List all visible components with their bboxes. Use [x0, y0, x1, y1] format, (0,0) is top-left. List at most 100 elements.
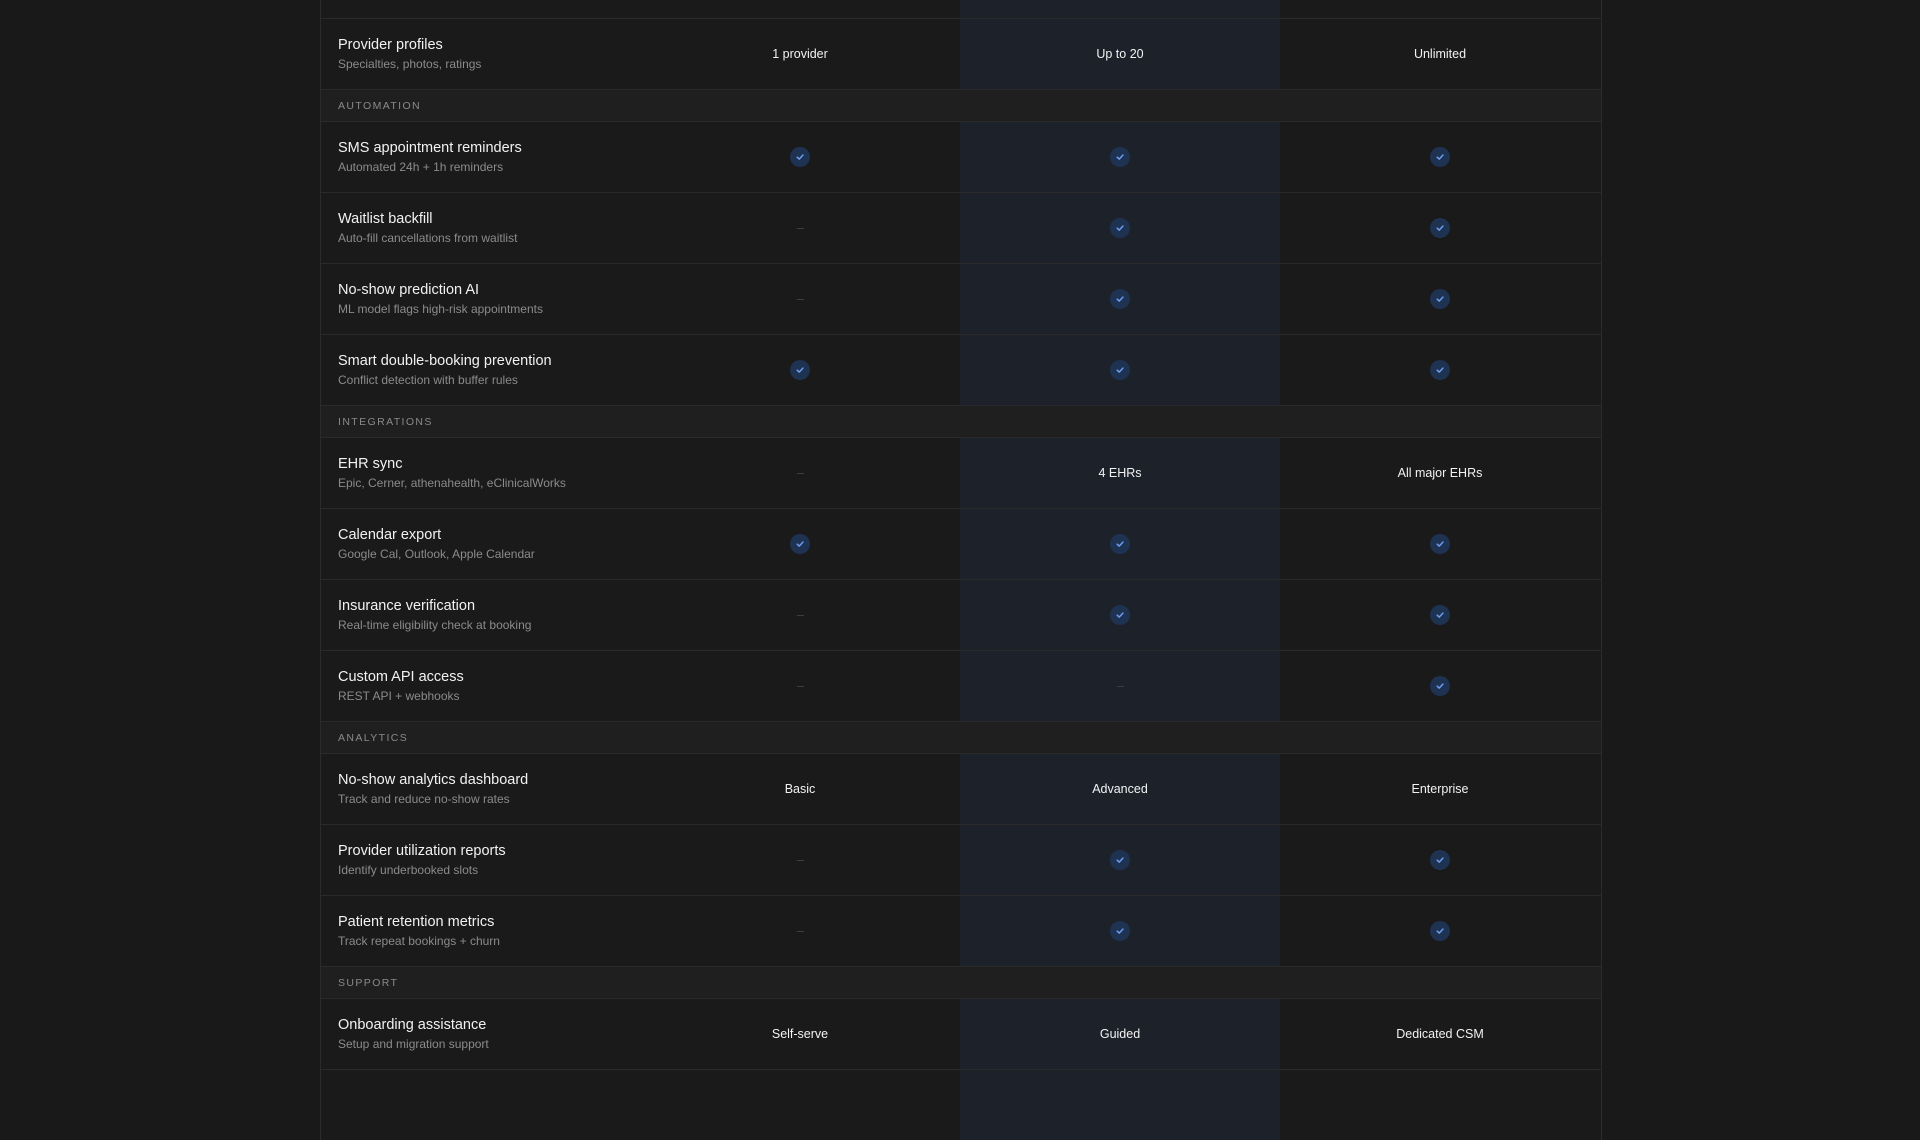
cell-enterprise	[1280, 122, 1600, 192]
check-icon	[1430, 218, 1450, 238]
feature-description: Track and reduce no-show rates	[338, 791, 510, 806]
check-icon	[1110, 360, 1130, 380]
cell-enterprise	[1280, 193, 1600, 263]
plan-value: Dedicated CSM	[1396, 1027, 1484, 1041]
feature-row-no-show-analytics-dashboard: No-show analytics dashboard Track and red…	[321, 753, 1601, 824]
feature-row-insurance-verification: Insurance verification Real-time eligibil…	[321, 579, 1601, 650]
section-header-support: SUPPORT	[321, 966, 1601, 998]
cell-basic	[640, 896, 960, 966]
feature-description: Epic, Cerner, athenahealth, eClinicalWor…	[338, 475, 566, 490]
feature-description: Google Cal, Outlook, Apple Calendar	[338, 546, 535, 561]
cell-enterprise	[1280, 896, 1600, 966]
plan-value: Advanced	[1092, 782, 1148, 796]
cell-pro	[960, 122, 1280, 192]
check-icon	[1430, 289, 1450, 309]
cell-pro	[960, 651, 1280, 721]
cell-basic	[640, 651, 960, 721]
check-icon	[1430, 534, 1450, 554]
feature-name: Custom API access	[338, 668, 464, 685]
feature-description: Identify underbooked slots	[338, 862, 479, 877]
feature-name: Onboarding assistance	[338, 1016, 487, 1033]
cell-basic: 1 provider	[640, 19, 960, 89]
cell-pro	[960, 335, 1280, 405]
plan-value: Up to 20	[1096, 47, 1144, 61]
feature-description: Conflict detection with buffer rules	[338, 372, 518, 387]
feature-info: Provider utilization reports Identify und…	[321, 825, 640, 895]
cell-basic	[640, 825, 960, 895]
cell-pro: Guided	[960, 999, 1280, 1069]
check-icon	[1110, 534, 1130, 554]
dash-icon	[1116, 685, 1124, 687]
feature-row-provider-profiles: Provider profiles Specialties, photos, ra…	[321, 18, 1601, 89]
check-icon	[1110, 147, 1130, 167]
feature-description: Specialties, photos, ratings	[338, 56, 482, 71]
check-icon	[1110, 605, 1130, 625]
plan-value: All major EHRs	[1397, 466, 1483, 480]
feature-name: Smart double-booking prevention	[338, 352, 552, 369]
cell-pro	[960, 896, 1280, 966]
cell-pro: 4 EHRs	[960, 438, 1280, 508]
cell-basic	[640, 122, 960, 192]
cell-basic	[640, 438, 960, 508]
plan-value: Guided	[1099, 1027, 1141, 1041]
section-header-automation: AUTOMATION	[321, 89, 1601, 121]
check-icon	[790, 534, 810, 554]
cell-enterprise: Unlimited	[1280, 19, 1600, 89]
cell-enterprise	[1280, 264, 1600, 334]
cell-pro	[960, 264, 1280, 334]
cell-basic	[640, 264, 960, 334]
feature-description: REST API + webhooks	[338, 688, 460, 703]
feature-name: Calendar export	[338, 526, 442, 543]
feature-name: SMS appointment reminders	[338, 139, 522, 156]
feature-row-custom-api-access: Custom API access REST API + webhooks	[321, 650, 1601, 721]
feature-info: Onboarding assistance Setup and migration…	[321, 999, 640, 1069]
feature-description: ML model flags high-risk appointments	[338, 301, 543, 316]
cell-basic	[640, 580, 960, 650]
feature-info: Calendar export Google Cal, Outlook, Appl…	[321, 509, 640, 579]
cell-pro	[960, 509, 1280, 579]
dash-icon	[796, 227, 804, 229]
feature-description: Real-time eligibility check at booking	[338, 617, 532, 632]
feature-row-calendar-export: Calendar export Google Cal, Outlook, Appl…	[321, 508, 1601, 579]
cell-basic	[640, 0, 960, 18]
cell-basic	[640, 193, 960, 263]
dash-icon	[796, 930, 804, 932]
feature-row-sms-appointment-reminders: SMS appointment reminders Automated 24h +…	[321, 121, 1601, 192]
feature-info: Provider profiles Specialties, photos, ra…	[321, 19, 640, 89]
feature-row-provider-utilization-reports: Provider utilization reports Identify und…	[321, 824, 1601, 895]
feature-name: Provider utilization reports	[338, 842, 506, 859]
plan-value: Unlimited	[1413, 47, 1467, 61]
feature-info	[321, 1070, 640, 1140]
cell-pro: Up to 20	[960, 19, 1280, 89]
section-label: INTEGRATIONS	[338, 415, 433, 428]
feature-info: EHR sync Epic, Cerner, athenahealth, eCli…	[321, 438, 640, 508]
plan-value: 1 provider	[772, 47, 828, 61]
feature-name: EHR sync	[338, 455, 403, 472]
plan-value: Self-serve	[771, 1027, 829, 1041]
plan-value: 4 EHRs	[1098, 466, 1142, 480]
feature-name: Waitlist backfill	[338, 210, 433, 227]
feature-info: No-show analytics dashboard Track and red…	[321, 754, 640, 824]
cell-pro	[960, 580, 1280, 650]
feature-name: Provider profiles	[338, 36, 443, 53]
check-icon	[1430, 147, 1450, 167]
cell-pro	[960, 825, 1280, 895]
cell-enterprise	[1280, 825, 1600, 895]
feature-info: Custom API access REST API + webhooks	[321, 651, 640, 721]
feature-name: No-show prediction AI	[338, 281, 480, 298]
check-icon	[1430, 360, 1450, 380]
feature-row-no-show-prediction-ai: No-show prediction AI ML model flags high…	[321, 263, 1601, 334]
feature-info: Patient retention metrics Track repeat bo…	[321, 896, 640, 966]
cell-pro: Advanced	[960, 754, 1280, 824]
cell-basic	[640, 1070, 960, 1140]
dash-icon	[796, 685, 804, 687]
dash-icon	[796, 859, 804, 861]
feature-info: No-show prediction AI ML model flags high…	[321, 264, 640, 334]
check-icon	[1430, 605, 1450, 625]
feature-info	[321, 0, 640, 18]
cell-enterprise	[1280, 0, 1600, 18]
feature-row	[321, 0, 1601, 18]
feature-comparison-table: Provider profiles Specialties, photos, ra…	[320, 0, 1602, 1140]
feature-name: No-show analytics dashboard	[338, 771, 529, 788]
check-icon	[1430, 921, 1450, 941]
